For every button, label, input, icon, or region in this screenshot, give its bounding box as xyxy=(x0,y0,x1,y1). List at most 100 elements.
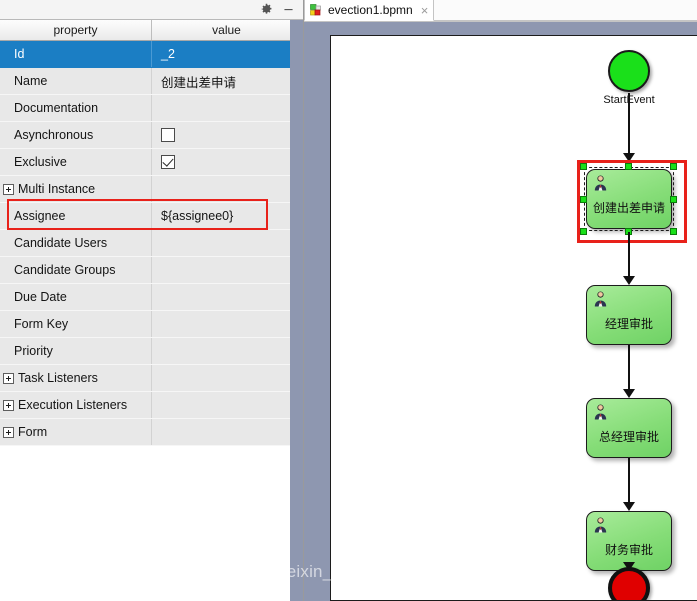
resize-handle-e[interactable] xyxy=(670,196,677,203)
exclusive-checkbox[interactable] xyxy=(161,155,175,169)
table-row[interactable]: Priority xyxy=(0,338,303,365)
property-name: Multi Instance xyxy=(0,176,152,202)
close-icon[interactable]: × xyxy=(421,4,429,17)
property-value[interactable] xyxy=(152,338,301,364)
bpmn-start-event[interactable]: StartEvent xyxy=(603,50,655,106)
resize-handle-sw[interactable] xyxy=(580,228,587,235)
sequence-flow-3-arrowhead xyxy=(623,389,635,398)
property-name: Asynchronous xyxy=(0,122,152,148)
asynchronous-checkbox[interactable] xyxy=(161,128,175,142)
bpmn-task-3[interactable]: 总经理审批 xyxy=(586,398,672,458)
property-value[interactable]: 创建出差申请 xyxy=(152,68,301,94)
property-value[interactable] xyxy=(152,392,301,418)
user-task-icon xyxy=(592,516,609,533)
minimize-icon[interactable] xyxy=(277,1,299,19)
column-header-property[interactable]: property xyxy=(0,20,152,40)
properties-toolbar xyxy=(0,0,303,20)
property-value[interactable] xyxy=(152,149,301,175)
property-value[interactable] xyxy=(152,284,301,310)
property-value[interactable] xyxy=(152,311,301,337)
sequence-flow-4[interactable] xyxy=(628,458,630,506)
property-name: Name xyxy=(0,68,152,94)
bpmn-task-2[interactable]: 经理审批 xyxy=(586,285,672,345)
bpmn-canvas[interactable]: StartEvent xyxy=(330,35,697,601)
property-name: Candidate Users xyxy=(0,230,152,256)
property-value[interactable] xyxy=(152,95,301,121)
properties-table-header: property value xyxy=(0,20,303,41)
property-value[interactable] xyxy=(152,419,301,445)
expand-plus-icon[interactable] xyxy=(3,183,14,195)
editor-tabbar: evection1.bpmn × xyxy=(304,0,697,22)
table-row[interactable]: Task Listeners xyxy=(0,365,303,392)
bpmn-file-icon xyxy=(310,3,323,17)
property-name: Execution Listeners xyxy=(0,392,152,418)
property-value[interactable]: ${assignee0} xyxy=(152,203,301,229)
table-row[interactable]: Documentation xyxy=(0,95,303,122)
selection-outline xyxy=(584,167,674,231)
bpmn-end-event[interactable]: EndEvent xyxy=(608,567,650,600)
start-event-circle[interactable] xyxy=(608,50,650,92)
task-label: 财务审批 xyxy=(604,543,653,557)
table-row[interactable]: Candidate Groups xyxy=(0,257,303,284)
expand-plus-icon[interactable] xyxy=(3,399,14,411)
property-name: Priority xyxy=(0,338,152,364)
expand-plus-icon[interactable] xyxy=(3,372,14,384)
property-name: Candidate Groups xyxy=(0,257,152,283)
property-value[interactable] xyxy=(152,176,301,202)
property-name-label: Multi Instance xyxy=(18,182,96,196)
table-row[interactable]: Form xyxy=(0,419,303,446)
table-row[interactable]: Multi Instance xyxy=(0,176,303,203)
table-row[interactable]: Id _2 xyxy=(0,41,303,68)
end-event-circle[interactable] xyxy=(608,567,650,600)
property-value[interactable] xyxy=(152,365,301,391)
column-header-value[interactable]: value xyxy=(152,20,301,40)
property-value[interactable]: _2 xyxy=(152,41,301,67)
resize-handle-ne[interactable] xyxy=(670,163,677,170)
resize-handle-w[interactable] xyxy=(580,196,587,203)
table-row[interactable]: Form Key xyxy=(0,311,303,338)
sequence-flow-2[interactable] xyxy=(628,232,630,280)
property-name-label: Form xyxy=(18,425,48,439)
property-value[interactable] xyxy=(152,230,301,256)
properties-table-body: Id _2 Name 创建出差申请 Documentation Asynchro… xyxy=(0,41,303,601)
task-label: 总经理审批 xyxy=(598,430,659,444)
gear-icon[interactable] xyxy=(255,1,277,19)
properties-panel: property value Id _2 Name 创建出差申请 Documen… xyxy=(0,0,304,601)
table-row[interactable]: Exclusive xyxy=(0,149,303,176)
property-name: Id xyxy=(0,41,152,67)
tab-label: evection1.bpmn xyxy=(328,3,413,17)
sequence-flow-2-arrowhead xyxy=(623,276,635,285)
table-row[interactable]: Due Date xyxy=(0,284,303,311)
expand-plus-icon[interactable] xyxy=(3,426,14,438)
sequence-flow-4-arrowhead xyxy=(623,502,635,511)
editor-area: evection1.bpmn × StartEvent xyxy=(304,0,697,601)
sequence-flow-3[interactable] xyxy=(628,345,630,393)
table-row[interactable]: Candidate Users xyxy=(0,230,303,257)
table-row[interactable]: Execution Listeners xyxy=(0,392,303,419)
table-row[interactable]: Assignee ${assignee0} xyxy=(0,203,303,230)
property-name-label: Task Listeners xyxy=(18,371,98,385)
watermark-text: https://blog.csdn.net/weixin_43883917 xyxy=(113,562,410,581)
user-task-icon xyxy=(592,403,609,420)
property-value[interactable] xyxy=(152,257,301,283)
table-row[interactable]: Asynchronous xyxy=(0,122,303,149)
property-value[interactable] xyxy=(152,122,301,148)
table-row[interactable]: Name 创建出差申请 xyxy=(0,68,303,95)
resize-handle-nw[interactable] xyxy=(580,163,587,170)
tab-evection1-bpmn[interactable]: evection1.bpmn × xyxy=(304,0,435,21)
property-name: Documentation xyxy=(0,95,152,121)
property-name: Form Key xyxy=(0,311,152,337)
resize-handle-se[interactable] xyxy=(670,228,677,235)
properties-scrollbar[interactable] xyxy=(290,20,303,601)
tabbar-filler xyxy=(434,0,697,21)
resize-handle-n[interactable] xyxy=(625,163,632,170)
property-name: Task Listeners xyxy=(0,365,152,391)
property-name-label: Execution Listeners xyxy=(18,398,128,412)
task-label: 经理审批 xyxy=(604,317,653,331)
property-name: Form xyxy=(0,419,152,445)
property-name: Assignee xyxy=(0,203,152,229)
sequence-flow-1[interactable] xyxy=(628,93,630,157)
canvas-backdrop: StartEvent xyxy=(304,22,697,601)
user-task-icon xyxy=(592,290,609,307)
application-window: property value Id _2 Name 创建出差申请 Documen… xyxy=(0,0,697,601)
